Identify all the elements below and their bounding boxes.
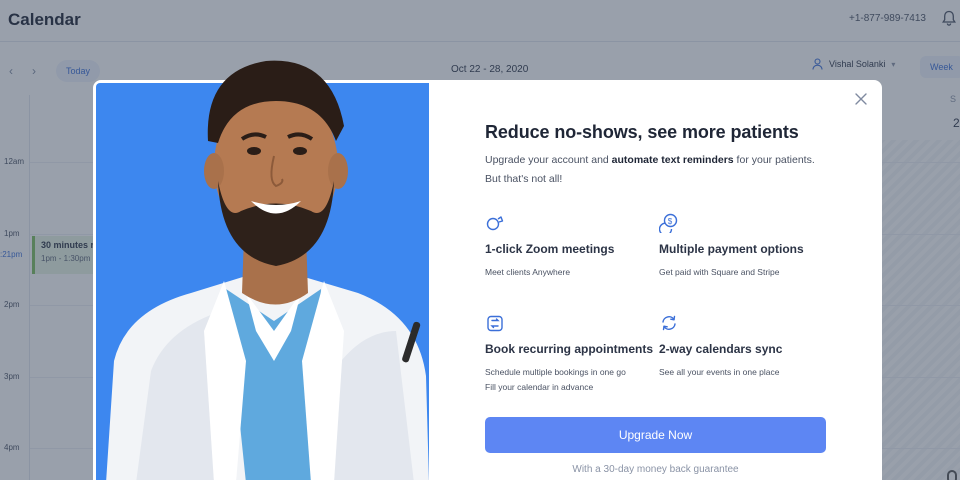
subline-emphasis: automate text reminders [611,154,734,166]
modal-headline: Reduce no-shows, see more patients [485,122,799,142]
recurring-icon [487,315,503,332]
hero-panel [96,60,429,480]
feature-title: 1-click Zoom meetings [485,242,615,256]
feature-desc: Schedule multiple bookings in one go Fil… [485,365,655,395]
subline-text: for your patients. [733,154,815,166]
feature-desc: Meet clients Anywhere [485,267,571,277]
feature-title: Book recurring appointments [485,342,654,356]
feature-desc: Get paid with Square and Stripe [659,267,780,277]
feature-sync: 2-way calendars sync See all your events… [659,313,829,380]
subline-text: But that's not all! [485,173,563,185]
modal-subline: Upgrade your account and automate text r… [485,151,835,189]
zoom-icon [486,216,504,231]
sync-icon [662,315,676,331]
dollar-coins-icon: $ [659,213,678,233]
upgrade-modal: Reduce no-shows, see more patients Upgra… [93,60,882,480]
feature-recurring: Book recurring appointments Schedule mul… [485,313,655,395]
svg-text:$: $ [668,217,673,226]
feature-title: Multiple payment options [659,242,804,256]
feature-desc-line: Schedule multiple bookings in one go [485,367,626,377]
feature-desc: See all your events in one place [659,367,780,377]
feature-title: 2-way calendars sync [659,342,783,356]
doctor-illustration [106,60,429,480]
feature-zoom: 1-click Zoom meetings Meet clients Anywh… [485,213,655,280]
close-icon[interactable] [853,91,869,107]
feature-payments: $ Multiple payment options Get paid with… [659,213,829,280]
guarantee-text: With a 30-day money back guarantee [572,464,739,475]
subline-text: Upgrade your account and [485,154,612,166]
feature-desc-line: Fill your calendar in advance [485,382,594,392]
upgrade-now-button[interactable]: Upgrade Now [485,417,826,453]
